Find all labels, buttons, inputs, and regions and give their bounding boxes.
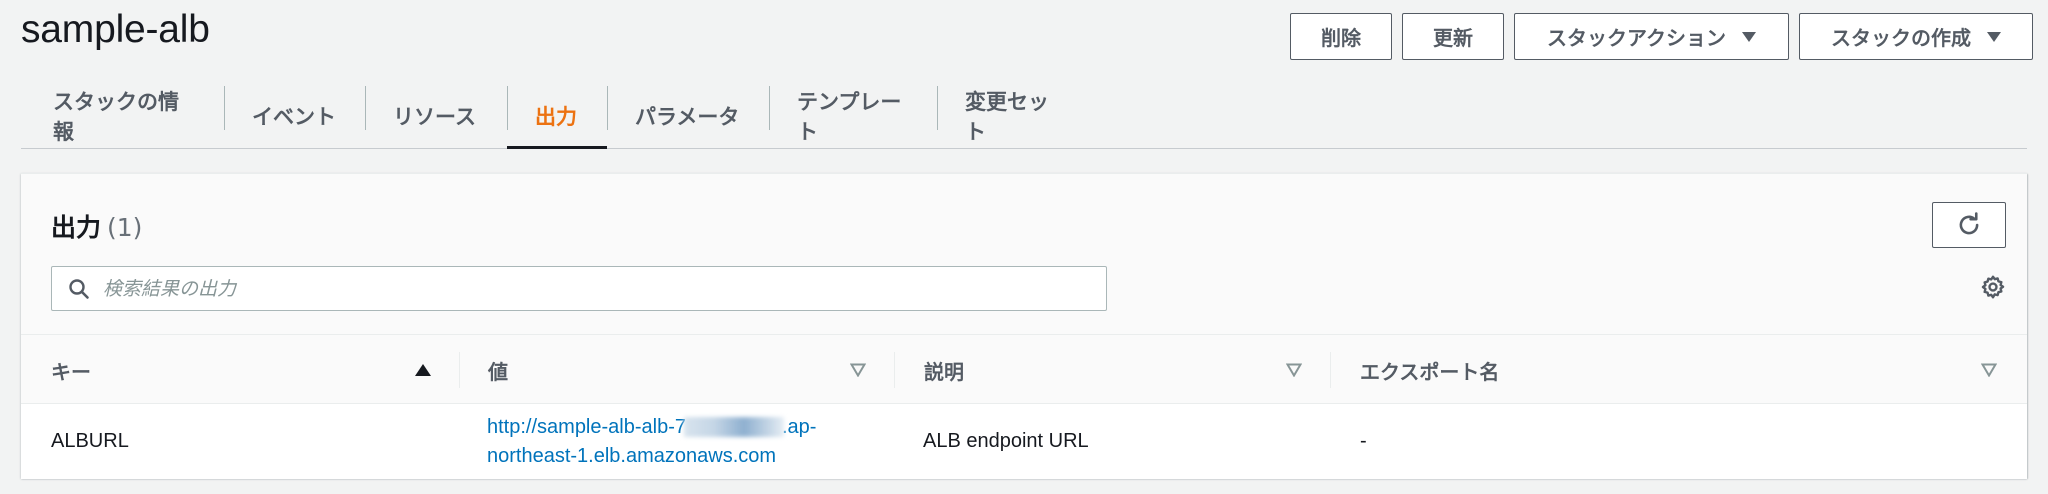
outputs-panel: 出力(1) キー 値 <box>21 173 2027 479</box>
create-stack-dropdown[interactable]: スタックの作成 <box>1799 13 2033 60</box>
outputs-table: キー 値 説明 エクスポート名 ALBURL http://sample-alb… <box>21 334 2027 479</box>
outputs-panel-header: 出力 (1) <box>21 174 2027 334</box>
cell-value: http://sample-alb-alb-7 .ap-northeast-1.e… <box>487 404 887 479</box>
sort-icon[interactable] <box>1981 363 1997 377</box>
tab-change-sets[interactable]: 変更セット <box>937 84 1087 148</box>
sort-icon[interactable] <box>850 363 866 377</box>
caret-down-icon <box>1742 31 1756 42</box>
search-field[interactable] <box>51 266 1107 311</box>
table-row: ALBURL http://sample-alb-alb-7 .ap-northe… <box>21 404 2027 479</box>
refresh-icon <box>1959 212 1979 235</box>
sort-ascending-icon[interactable] <box>414 363 432 377</box>
tab-bar: スタックの情報 イベント リソース 出力 パラメータ テンプレート 変更セット <box>21 84 2027 149</box>
tab-outputs[interactable]: 出力 <box>507 84 607 149</box>
column-divider <box>1330 352 1331 388</box>
sort-icon[interactable] <box>1286 363 1302 377</box>
column-header-value[interactable]: 値 <box>488 335 508 405</box>
tab-stack-info[interactable]: スタックの情報 <box>21 84 224 148</box>
table-header: キー 値 説明 エクスポート名 <box>21 334 2027 404</box>
page-title: sample-alb <box>21 8 210 51</box>
tab-template[interactable]: テンプレート <box>769 84 937 148</box>
column-divider <box>894 352 895 388</box>
cell-description: ALB endpoint URL <box>923 430 1089 452</box>
update-button[interactable]: 更新 <box>1402 13 1504 60</box>
stack-actions-label: スタックアクション <box>1547 26 1726 50</box>
tab-resources[interactable]: リソース <box>365 84 507 148</box>
url-suffix: .ap- <box>781 415 817 438</box>
caret-down-icon <box>1987 31 2001 42</box>
column-header-export-name[interactable]: エクスポート名 <box>1360 335 1499 405</box>
delete-button[interactable]: 削除 <box>1290 13 1392 60</box>
tab-parameters[interactable]: パラメータ <box>607 84 769 148</box>
url-prefix: http://sample-alb-alb-7 <box>487 415 686 438</box>
tab-events[interactable]: イベント <box>224 84 365 148</box>
cell-export-name: - <box>1360 430 1367 452</box>
stack-actions-bar: 削除 更新 スタックアクション スタックの作成 <box>1290 13 2033 60</box>
cell-key: ALBURL <box>51 430 129 452</box>
url-line2: northeast-1.elb.amazonaws.com <box>487 444 777 467</box>
column-header-key[interactable]: キー <box>51 335 91 405</box>
column-divider <box>459 352 460 388</box>
stack-actions-dropdown[interactable]: スタックアクション <box>1514 13 1789 60</box>
column-header-description[interactable]: 説明 <box>924 335 964 405</box>
output-url-link[interactable]: http://sample-alb-alb-7 .ap-northeast-1.e… <box>487 413 816 471</box>
panel-count: (1) <box>107 213 143 242</box>
search-input[interactable] <box>103 267 1093 310</box>
redacted-blur <box>683 417 784 438</box>
refresh-button[interactable] <box>1932 202 2006 248</box>
panel-title-label: 出力 <box>51 213 102 242</box>
panel-title: 出力 (1) <box>51 208 142 244</box>
search-icon <box>69 279 89 299</box>
create-stack-label: スタックの作成 <box>1831 26 1971 50</box>
gear-icon[interactable] <box>1980 274 2006 300</box>
